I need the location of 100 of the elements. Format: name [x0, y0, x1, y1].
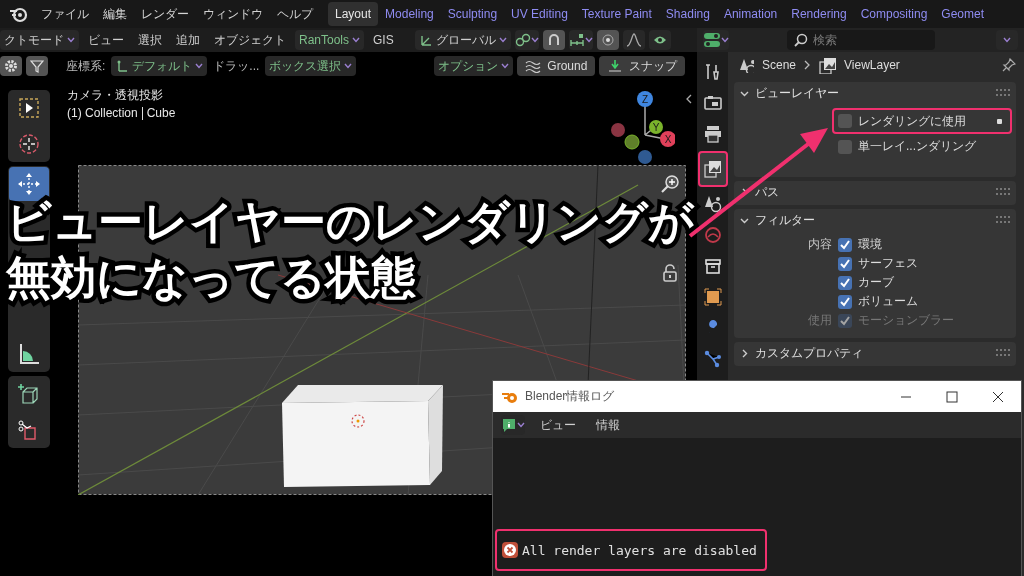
chevron-right-icon — [804, 60, 811, 70]
breadcrumb-item[interactable]: ViewLayer — [844, 58, 900, 72]
menu-item[interactable]: ビュー — [535, 416, 581, 434]
workspace-tab[interactable]: Layout — [328, 2, 379, 26]
workspace-tab[interactable]: Animation — [716, 2, 785, 26]
workspace-tab[interactable]: Geomet — [934, 2, 992, 26]
ruler-protractor-icon — [17, 342, 41, 366]
chevron-left-icon[interactable] — [686, 94, 692, 104]
ground-button[interactable]: Ground — [517, 56, 596, 76]
box-icon — [702, 256, 723, 276]
orientation-dropdown[interactable]: グローバル — [414, 30, 511, 50]
window-title: Blender情報ログ — [525, 388, 615, 405]
filter-icon — [30, 59, 44, 73]
menu-item[interactable]: ヘルプ — [270, 5, 320, 23]
addon-dropdown[interactable]: RanTools — [295, 30, 365, 50]
menu-item[interactable]: レンダー — [134, 5, 196, 23]
falloff-dropdown[interactable] — [622, 30, 645, 50]
drag-label: ドラッ... — [212, 57, 261, 75]
zoom-icon[interactable] — [660, 174, 680, 194]
drag-handle-icon — [996, 89, 1010, 97]
cursor-crosshair-icon — [17, 132, 41, 156]
checkbox[interactable] — [838, 275, 852, 290]
settings-button[interactable] — [0, 56, 22, 76]
caret-icon — [352, 37, 361, 43]
checkbox-label: サーフェス — [858, 255, 918, 272]
drag-handle-icon — [996, 188, 1010, 196]
checkbox-label: ボリューム — [858, 293, 918, 310]
waves-icon — [525, 59, 542, 73]
editor-type-dropdown[interactable] — [501, 415, 525, 435]
workspace-tab[interactable]: Rendering — [784, 2, 854, 26]
select-box-icon — [17, 96, 41, 120]
menu-item[interactable]: ビュー — [83, 31, 129, 49]
object-square-icon — [702, 287, 723, 307]
caret-icon — [501, 63, 510, 69]
caret-icon — [584, 37, 593, 43]
tool-button[interactable] — [9, 167, 49, 201]
snap-target-dropdown[interactable] — [568, 30, 593, 50]
drag-dropdown[interactable]: ボックス選択 — [265, 56, 357, 76]
axes-icon — [418, 33, 433, 47]
proportional-icon — [600, 33, 615, 47]
cone-sphere-icon — [702, 194, 723, 214]
search-field[interactable]: 検索 — [787, 30, 935, 50]
panel-header[interactable]: ビューレイヤー — [734, 82, 1016, 104]
proportional-toggle[interactable] — [596, 30, 619, 50]
close-icon — [992, 390, 1004, 403]
chevron-right-icon — [740, 348, 749, 358]
checkbox[interactable] — [838, 294, 852, 309]
checkbox-label: レンダリングに使用 — [858, 112, 966, 130]
checkbox[interactable] — [838, 237, 852, 252]
filter-button[interactable] — [26, 56, 48, 76]
caret-icon — [517, 422, 525, 428]
workspace-tab[interactable]: UV Editing — [504, 2, 575, 26]
workspace-tab[interactable]: Shading — [658, 2, 717, 26]
options-dropdown[interactable]: オプション — [434, 56, 514, 76]
toggles-icon — [703, 32, 721, 48]
breadcrumb-item[interactable]: Scene — [762, 58, 797, 72]
checkbox[interactable] — [838, 256, 852, 271]
menu-item[interactable]: 編集 — [96, 5, 134, 23]
menu-item[interactable]: 追加 — [171, 31, 205, 49]
coordinate-dropdown[interactable]: デフォルト — [111, 56, 208, 76]
panel-header[interactable]: フィルター — [734, 209, 1016, 231]
menu-item[interactable]: 情報 — [591, 416, 625, 434]
panel-header[interactable]: パス — [734, 181, 1016, 203]
workspace-tab[interactable]: Sculpting — [440, 2, 505, 26]
blender-logo-icon[interactable] — [8, 5, 28, 23]
menu-item[interactable]: ウィンドウ — [196, 5, 270, 23]
caret-icon — [498, 37, 507, 43]
caret-icon — [1003, 37, 1011, 43]
checkbox-label: 環境 — [858, 236, 882, 253]
checkbox[interactable] — [838, 114, 852, 128]
snap-down-icon — [607, 59, 624, 73]
workspace-tab[interactable]: Modeling — [378, 2, 441, 26]
image-stack-icon — [702, 159, 723, 179]
caret-icon — [721, 37, 729, 43]
menu-item[interactable]: ファイル — [34, 5, 96, 23]
menu-item[interactable]: 選択 — [133, 31, 167, 49]
checkbox[interactable] — [838, 139, 852, 154]
menu-item[interactable]: GIS — [368, 33, 399, 47]
visibility-dropdown[interactable] — [648, 30, 671, 50]
search-icon — [794, 33, 808, 47]
drag-handle-icon — [996, 349, 1010, 357]
workspace-tab[interactable]: Texture Paint — [574, 2, 659, 26]
error-icon — [501, 541, 519, 559]
options-dropdown[interactable] — [996, 30, 1018, 50]
nodes-icon — [702, 349, 723, 369]
snap-button[interactable]: スナップ — [599, 56, 686, 76]
panel-header[interactable]: カスタムプロパティ — [734, 342, 1016, 364]
mode-dropdown[interactable]: クトモード — [0, 30, 79, 50]
view-mode-label: カメラ・透視投影 — [67, 87, 164, 104]
properties-tab[interactable] — [697, 151, 728, 187]
caret-icon — [530, 37, 539, 43]
snap-toggle[interactable] — [542, 30, 565, 50]
menu-item[interactable]: オブジェクト — [209, 31, 291, 49]
axes-icon — [115, 59, 130, 73]
pin-icon[interactable] — [1002, 58, 1016, 72]
caption-text: ビューレイヤーのレンダリングが — [6, 194, 694, 250]
pivot-dropdown[interactable] — [514, 30, 539, 50]
editor-type-dropdown[interactable] — [703, 30, 729, 50]
padlock-icon[interactable] — [662, 264, 678, 282]
workspace-tab[interactable]: Compositing — [853, 2, 935, 26]
